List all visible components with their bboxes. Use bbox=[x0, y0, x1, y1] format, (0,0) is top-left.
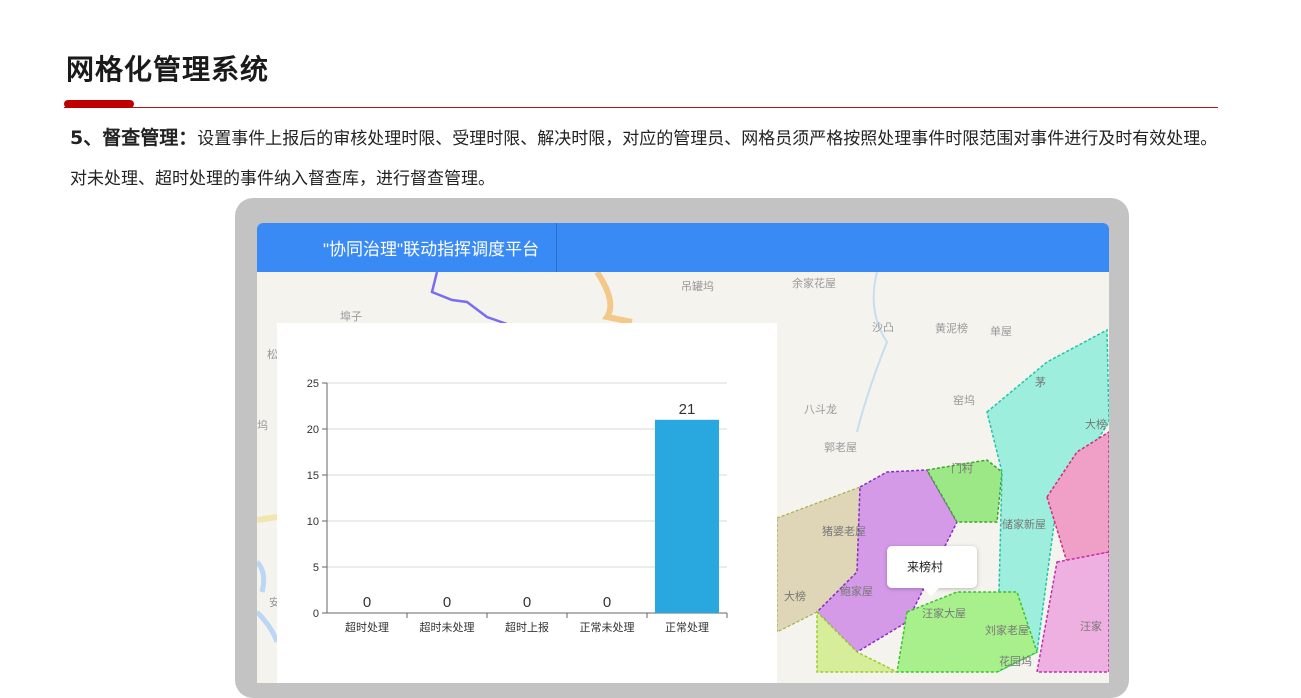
data-label: 21 bbox=[679, 401, 696, 418]
y-tick-label: 0 bbox=[313, 608, 319, 620]
chart-panel: 0 5 10 15 20 25 超时处理 0 超时未处理 0 超时上报 0 正常未处理 0 正常处理 21 bbox=[277, 323, 777, 683]
map-label: 黄泥榜 bbox=[935, 321, 968, 335]
y-tick-label: 25 bbox=[307, 378, 319, 390]
x-tick-label: 正常未处理 bbox=[580, 621, 635, 634]
y-tick-label: 20 bbox=[307, 424, 319, 436]
map-label: 储家新屋 bbox=[1002, 517, 1046, 531]
map-label: 沙凸 bbox=[872, 321, 894, 334]
title-accent-bar bbox=[64, 100, 134, 108]
map-label: 猪婆老屋 bbox=[822, 525, 866, 538]
title-divider bbox=[64, 107, 1218, 108]
data-label: 0 bbox=[363, 594, 371, 611]
map-label: 八斗龙 bbox=[804, 403, 837, 416]
map-label: 坞 bbox=[257, 418, 268, 432]
x-tick-label: 正常处理 bbox=[665, 621, 709, 634]
map-label: 汪家大屋 bbox=[922, 606, 966, 620]
bar bbox=[655, 419, 719, 613]
map-label: 茅 bbox=[1035, 376, 1046, 389]
data-label: 0 bbox=[443, 594, 451, 611]
map-label: 鲍家屋 bbox=[840, 584, 873, 598]
map-tooltip: 来榜村 bbox=[887, 546, 977, 596]
y-tick-label: 15 bbox=[307, 470, 319, 482]
map-label: 吊罐坞 bbox=[681, 279, 714, 293]
x-tick-label: 超时上报 bbox=[505, 620, 549, 634]
map-label: 窑坞 bbox=[953, 393, 975, 407]
x-tick-label: 超时处理 bbox=[345, 620, 389, 634]
x-tick-label: 超时未处理 bbox=[420, 620, 475, 634]
section-description: 5、督查管理：设置事件上报后的审核处理时限、受理时限、解决时限，对应的管理员、网… bbox=[70, 118, 1220, 199]
y-tick-label: 10 bbox=[307, 516, 319, 528]
event-bar-chart: 0 5 10 15 20 25 超时处理 0 超时未处理 0 超时上报 0 正常未处理 0 正常处理 21 bbox=[307, 378, 728, 634]
data-label: 0 bbox=[523, 594, 531, 611]
map-label: 大榜 bbox=[784, 589, 806, 603]
platform-screen: "协同治理"联动指挥调度平台 吊罐坞 余家花屋 沙凸 黄泥榜 单屋 埠子 八斗龙… bbox=[257, 223, 1109, 683]
section-heading: 5、督查管理： bbox=[70, 127, 198, 149]
map-label: 埠子 bbox=[340, 309, 362, 323]
map-label: 单屋 bbox=[990, 325, 1012, 338]
y-tick-label: 5 bbox=[313, 562, 319, 574]
topbar-divider bbox=[556, 223, 557, 272]
page-title: 网格化管理系统 bbox=[66, 53, 270, 86]
map-label: 余家花屋 bbox=[792, 276, 836, 290]
map-label: 刘家老屋 bbox=[985, 623, 1029, 637]
map-label: 汪家 bbox=[1080, 619, 1102, 633]
platform-topbar: "协同治理"联动指挥调度平台 bbox=[257, 223, 1109, 272]
section-body: 设置事件上报后的审核处理时限、受理时限、解决时限，对应的管理员、网格员须严格按照… bbox=[70, 129, 1218, 189]
map-label: 大榜 bbox=[1085, 417, 1107, 431]
map-label: 门村 bbox=[951, 461, 973, 475]
platform-title: "协同治理"联动指挥调度平台 bbox=[323, 240, 540, 259]
map-label: 花园坞 bbox=[999, 654, 1032, 668]
map-label: 郭老屋 bbox=[824, 441, 857, 454]
data-label: 0 bbox=[603, 594, 611, 611]
